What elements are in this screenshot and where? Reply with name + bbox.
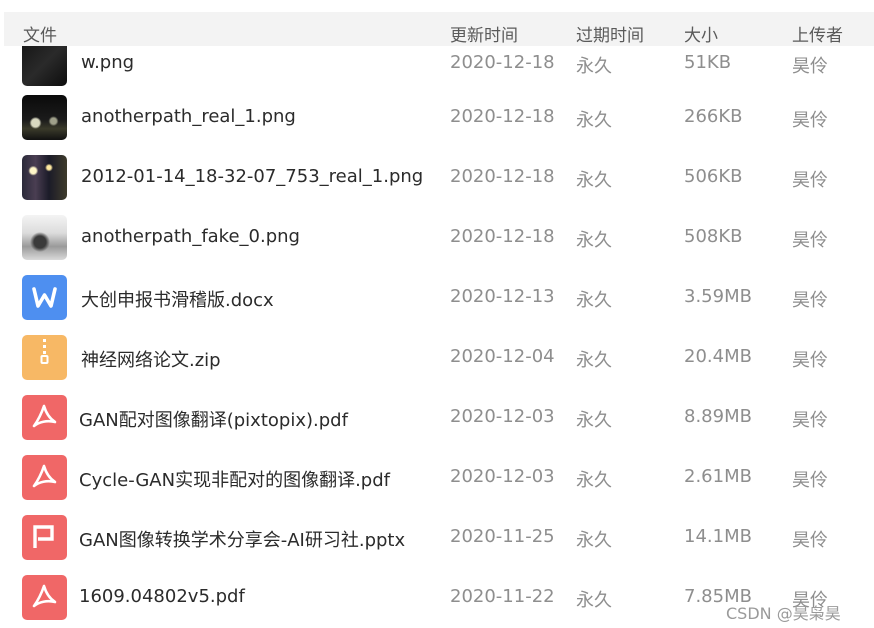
file-expire: 永久 [576,56,612,77]
file-expire: 永久 [576,530,612,551]
file-updated: 2020-12-18 [450,166,555,187]
file-name[interactable]: 2012-01-14_18-32-07_753_real_1.png [81,166,423,187]
file-updated: 2020-12-03 [450,406,555,427]
file-row[interactable]: Cycle-GAN实现非配对的图像翻译.pdf 2020-12-03 永久 2.… [0,442,874,502]
column-header-uploader[interactable]: 上传者 [792,21,843,46]
file-expire: 永久 [576,170,612,191]
file-row[interactable]: 2012-01-14_18-32-07_753_real_1.png 2020-… [0,142,874,202]
file-row[interactable]: anotherpath_fake_0.png 2020-12-18 永久 508… [0,202,874,262]
column-header-name[interactable]: 文件 [23,21,57,46]
column-header-updated[interactable]: 更新时间 [450,21,518,46]
file-row[interactable]: 大创申报书滑稽版.docx 2020-12-13 永久 3.59MB 昊伶 [0,262,874,322]
zip-icon [22,335,67,380]
file-row[interactable]: GAN图像转换学术分享会-AI研习社.pptx 2020-11-25 永久 14… [0,502,874,562]
file-expire: 永久 [576,470,612,491]
file-size: 14.1MB [684,526,752,547]
file-updated: 2020-12-13 [450,286,555,307]
file-name[interactable]: 1609.04802v5.pdf [79,586,245,607]
file-uploader: 昊伶 [792,56,828,77]
pdf-icon [22,575,67,620]
file-name[interactable]: 神经网络论文.zip [81,346,221,372]
file-uploader: 昊伶 [792,470,828,491]
file-row[interactable]: anotherpath_real_1.png 2020-12-18 永久 266… [0,82,874,142]
file-name[interactable]: GAN图像转换学术分享会-AI研习社.pptx [79,526,405,552]
file-updated: 2020-12-03 [450,466,555,487]
file-uploader: 昊伶 [792,110,828,131]
file-uploader: 昊伶 [792,530,828,551]
file-uploader: 昊伶 [792,350,828,371]
image-street-thumbnail [22,155,67,200]
file-updated: 2020-12-04 [450,346,555,367]
file-updated: 2020-12-18 [450,52,555,73]
column-header-expire[interactable]: 过期时间 [576,21,644,46]
file-row[interactable]: 神经网络论文.zip 2020-12-04 永久 20.4MB 昊伶 [0,322,874,382]
pdf-icon [22,455,67,500]
word-icon [22,275,67,320]
file-updated: 2020-11-25 [450,526,555,547]
file-expire: 永久 [576,350,612,371]
file-name[interactable]: 大创申报书滑稽版.docx [81,286,274,312]
file-updated: 2020-12-18 [450,106,555,127]
image-night-thumbnail [22,95,67,140]
image-gray-thumbnail [22,215,67,260]
file-uploader: 昊伶 [792,230,828,251]
file-expire: 永久 [576,590,612,611]
image-dark-thumbnail [22,41,67,86]
pdf-icon [22,395,67,440]
file-size: 266KB [684,106,743,127]
file-uploader: 昊伶 [792,170,828,191]
ppt-icon [22,515,67,560]
file-name[interactable]: GAN配对图像翻译(pixtopix).pdf [79,406,348,432]
file-size: 8.89MB [684,406,752,427]
column-header-size[interactable]: 大小 [684,21,718,46]
file-name[interactable]: anotherpath_real_1.png [81,106,296,127]
file-size: 3.59MB [684,286,752,307]
file-list: w.png 2020-12-18 永久 51KB 昊伶 anotherpath_… [0,0,874,628]
file-name[interactable]: Cycle-GAN实现非配对的图像翻译.pdf [79,466,390,492]
file-list-header: 文件 更新时间 过期时间 大小 上传者 [4,12,874,46]
file-size: 51KB [684,52,732,73]
file-updated: 2020-11-22 [450,586,555,607]
file-size: 506KB [684,166,743,187]
watermark: CSDN @昊枭昊 [726,604,841,623]
file-expire: 永久 [576,230,612,251]
file-name[interactable]: w.png [81,52,134,73]
file-size: 508KB [684,226,743,247]
file-name[interactable]: anotherpath_fake_0.png [81,226,300,247]
file-size: 2.61MB [684,466,752,487]
file-expire: 永久 [576,290,612,311]
file-uploader: 昊伶 [792,410,828,431]
file-expire: 永久 [576,110,612,131]
file-expire: 永久 [576,410,612,431]
file-size: 20.4MB [684,346,752,367]
file-row[interactable]: GAN配对图像翻译(pixtopix).pdf 2020-12-03 永久 8.… [0,382,874,442]
file-uploader: 昊伶 [792,290,828,311]
file-updated: 2020-12-18 [450,226,555,247]
